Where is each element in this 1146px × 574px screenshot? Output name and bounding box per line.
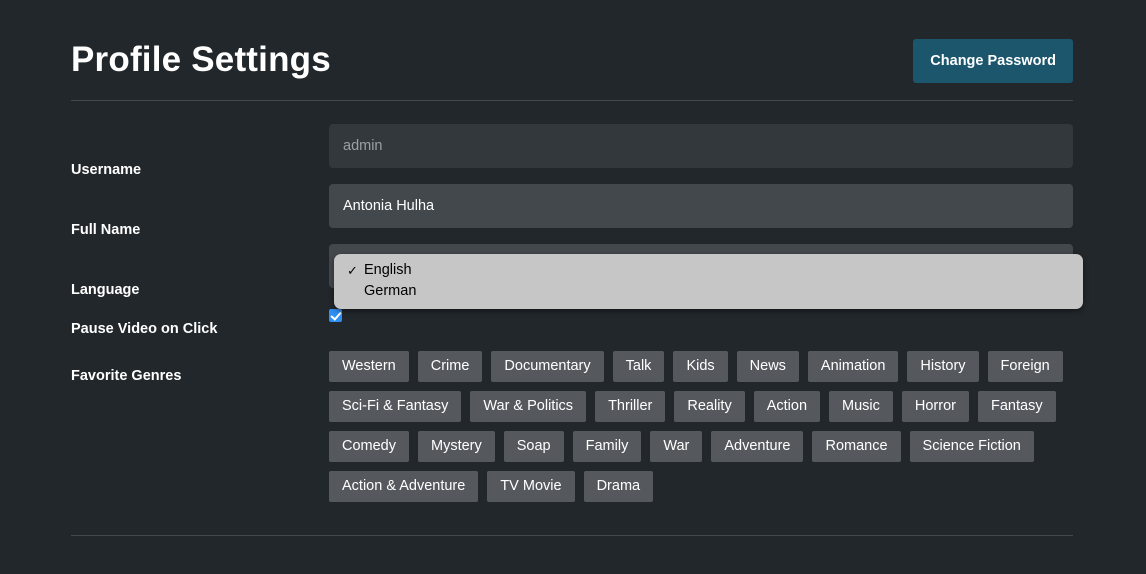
page-title: Profile Settings [71, 40, 331, 79]
check-icon: ✓ [347, 263, 358, 278]
genre-tag[interactable]: TV Movie [487, 471, 575, 502]
genre-tag[interactable]: Reality [674, 391, 745, 422]
genre-tag[interactable]: Foreign [987, 351, 1063, 382]
language-option-label: English [364, 262, 412, 278]
header-divider [71, 100, 1073, 101]
language-option-english[interactable]: ✓ English [334, 260, 1083, 281]
profile-settings-page: Profile Settings Change Password Usernam… [71, 0, 1083, 574]
genre-tag[interactable]: Western [329, 351, 409, 382]
language-option-german[interactable]: German [334, 281, 1083, 302]
full-name-control [329, 184, 1073, 228]
genre-tag[interactable]: Mystery [418, 431, 495, 462]
page-header: Profile Settings Change Password [71, 0, 1073, 100]
pause-video-checkbox[interactable] [329, 309, 342, 322]
genre-tag[interactable]: War & Politics [470, 391, 587, 422]
full-name-input[interactable] [329, 184, 1073, 228]
genre-tag[interactable]: Comedy [329, 431, 409, 462]
genre-tag[interactable]: Crime [417, 351, 483, 382]
genre-tag[interactable]: Documentary [491, 351, 604, 382]
genre-tag[interactable]: Romance [812, 431, 901, 462]
genre-tag[interactable]: Action [753, 391, 821, 422]
genre-tag[interactable]: News [736, 351, 799, 382]
genre-tag[interactable]: Soap [503, 431, 564, 462]
genre-tag[interactable]: Adventure [711, 431, 804, 462]
footer-divider [71, 535, 1073, 536]
genre-tag[interactable]: Action & Adventure [329, 471, 479, 502]
pause-video-label: Pause Video on Click [71, 321, 218, 337]
genre-tag[interactable]: Horror [901, 391, 969, 422]
language-option-label: German [364, 283, 417, 299]
language-select-wrapper: ✓ English German [329, 244, 1083, 309]
genre-tag[interactable]: Talk [612, 351, 665, 382]
genre-tag[interactable]: Fantasy [977, 391, 1056, 422]
language-label: Language [71, 282, 140, 298]
username-label: Username [71, 162, 142, 178]
favorite-genres-label: Favorite Genres [71, 368, 182, 384]
genre-tag[interactable]: Science Fiction [909, 431, 1034, 462]
genre-tag[interactable]: Kids [673, 351, 728, 382]
favorite-genres-control: Western Crime Documentary Talk Kids News Anima… [329, 351, 1073, 502]
genre-tag-list: Western Crime Documentary Talk Kids News Anima… [329, 351, 1073, 502]
genre-tag[interactable]: Thriller [595, 391, 666, 422]
genre-tag[interactable]: Family [572, 431, 642, 462]
language-dropdown-popup: ✓ English German [334, 254, 1083, 309]
genre-tag[interactable]: History [907, 351, 979, 382]
change-password-button[interactable]: Change Password [913, 39, 1073, 83]
full-name-label: Full Name [71, 222, 141, 238]
username-input [329, 124, 1073, 168]
genre-tag[interactable]: Music [829, 391, 893, 422]
genre-tag[interactable]: Sci-Fi & Fantasy [329, 391, 462, 422]
genre-tag[interactable]: War [650, 431, 703, 462]
language-control: ✓ English German [329, 244, 1083, 309]
genre-tag[interactable]: Drama [583, 471, 654, 502]
genre-tag[interactable]: Animation [807, 351, 899, 382]
username-control [329, 124, 1073, 168]
